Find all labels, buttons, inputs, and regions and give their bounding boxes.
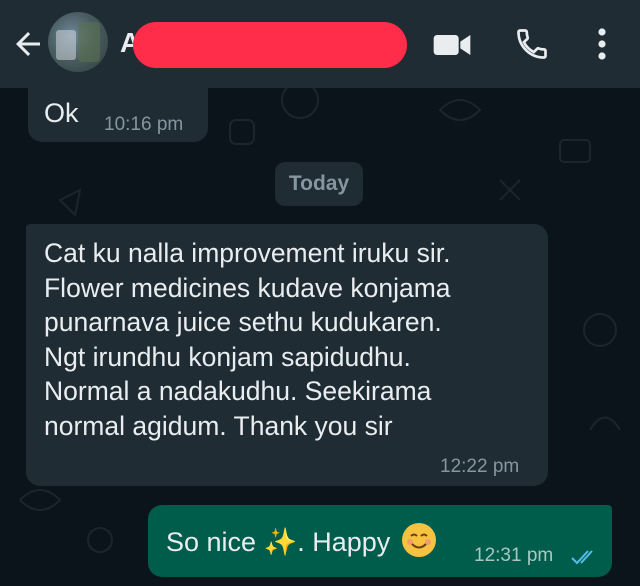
video-camera-icon[interactable]: [432, 28, 472, 62]
message-text: Ok: [44, 98, 79, 128]
phone-icon[interactable]: [514, 26, 550, 62]
message-time: 12:31 pm: [474, 545, 554, 566]
message-text: So nice ✨. Happy: [166, 523, 436, 558]
message-bubble-incoming[interactable]: Ok 10:16 pm: [28, 72, 208, 142]
message-bubble-outgoing[interactable]: So nice ✨. Happy 12:31 pm: [148, 505, 612, 577]
redaction-mark: [133, 22, 407, 68]
smiling-face-emoji: [401, 523, 436, 557]
message-text-part: So nice: [166, 527, 257, 557]
more-vertical-icon[interactable]: [590, 26, 614, 62]
message-text-part: . Happy: [297, 527, 391, 557]
sparkles-emoji: ✨: [263, 527, 298, 557]
arrow-left-icon[interactable]: [10, 26, 46, 62]
date-divider: Today: [275, 162, 363, 206]
message-time: 12:22 pm: [440, 456, 520, 477]
message-time: 10:16 pm: [104, 114, 184, 135]
double-check-icon: [571, 550, 593, 565]
message-text: Cat ku nalla improvement iruku sir. Flow…: [44, 238, 451, 441]
message-bubble-incoming[interactable]: Cat ku nalla improvement iruku sir. Flow…: [26, 224, 548, 486]
avatar[interactable]: [48, 12, 108, 72]
